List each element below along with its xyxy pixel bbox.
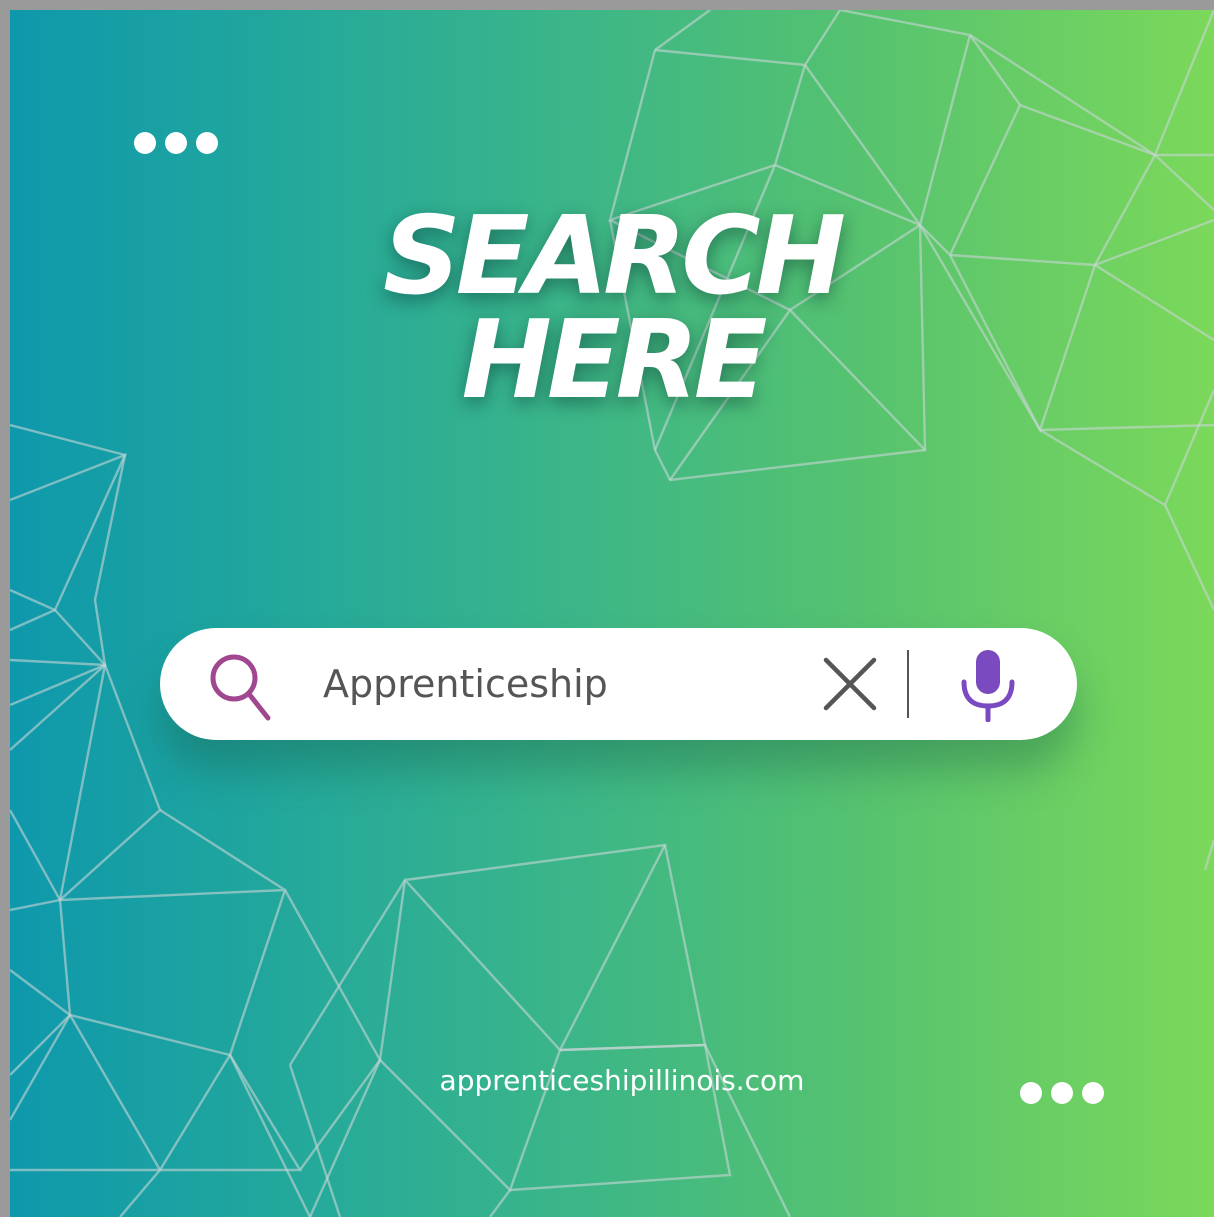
search-icon[interactable]: [202, 646, 282, 726]
polygon-mesh-background: [10, 10, 1214, 1217]
search-bar[interactable]: Apprenticeship: [160, 628, 1077, 740]
divider: [907, 650, 909, 718]
close-icon[interactable]: [820, 654, 880, 714]
headline-line-1: SEARCH: [383, 194, 846, 319]
headline-line-2: HERE: [461, 298, 767, 423]
ellipsis-icon: [134, 132, 218, 154]
social-graphic: SEARCH HERE Apprenticeship apprenticeshi…: [10, 10, 1214, 1217]
headline: SEARCH HERE: [10, 194, 1214, 423]
search-input[interactable]: Apprenticeship: [323, 656, 608, 712]
microphone-icon[interactable]: [950, 646, 1026, 722]
ellipsis-icon: [1020, 1082, 1104, 1104]
